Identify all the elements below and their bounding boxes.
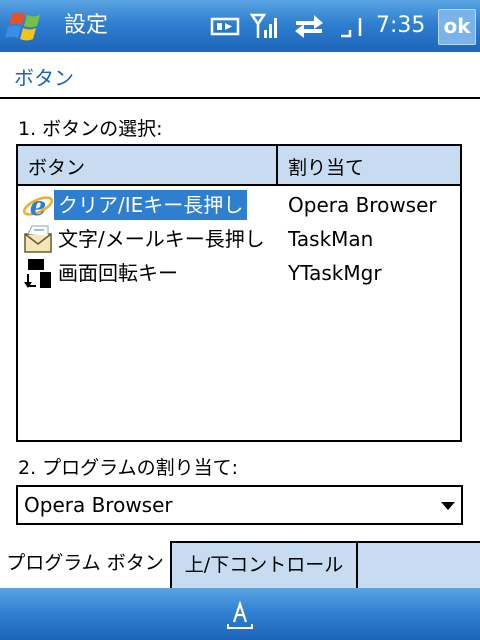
svg-text:e: e: [30, 192, 47, 222]
dropdown-value: Opera Browser: [24, 493, 173, 517]
page-title: ボタン: [14, 66, 74, 90]
data-sync-arrows-icon[interactable]: [292, 12, 326, 40]
tab-up-down-control[interactable]: 上/下コントロール: [172, 543, 358, 590]
windows-flag-icon: [5, 12, 40, 41]
signal-strength-icon[interactable]: [250, 12, 282, 40]
bottom-menu-bar: [0, 588, 480, 640]
list-item[interactable]: e クリア/IEキー長押し Opera Browser: [18, 188, 460, 222]
button-list[interactable]: ボタン 割り当て e クリア/IEキー長押し Opera Browser 文字/…: [16, 144, 462, 442]
list-item-name: 文字/メールキー長押し: [58, 227, 265, 251]
mail-envelope-icon: [24, 225, 52, 253]
volume-level-icon[interactable]: [338, 12, 368, 40]
window-title: 設定: [64, 13, 109, 38]
column-header-button[interactable]: ボタン: [18, 146, 278, 184]
column-header-assignment[interactable]: 割り当て: [278, 146, 460, 184]
tab-program-buttons[interactable]: プログラム ボタン: [0, 541, 172, 590]
list-item-name: クリア/IEキー長押し: [54, 190, 248, 220]
tab-strip: プログラム ボタン 上/下コントロール: [0, 541, 480, 590]
list-item-name: 画面回転キー: [58, 261, 178, 285]
header-divider: [0, 97, 480, 99]
internet-explorer-icon: e: [22, 192, 54, 222]
button-select-label: 1. ボタンの選択:: [18, 118, 163, 140]
keyboard-input-icon[interactable]: [222, 596, 258, 632]
connectivity-icon[interactable]: [210, 12, 242, 40]
list-item-assignment: Opera Browser: [288, 193, 437, 217]
program-dropdown[interactable]: Opera Browser: [16, 485, 463, 525]
list-item[interactable]: 画面回転キー YTaskMgr: [18, 256, 460, 290]
clock[interactable]: 7:35: [376, 12, 425, 40]
list-item[interactable]: 文字/メールキー長押し TaskMan: [18, 222, 460, 256]
list-header: ボタン 割り当て: [18, 146, 460, 186]
screen-rotate-icon: [24, 259, 51, 288]
list-item-assignment: TaskMan: [288, 227, 374, 251]
program-assign-label: 2. プログラムの割り当て:: [18, 457, 238, 479]
title-bar: 設定 7:35 ok: [0, 0, 480, 52]
ok-button[interactable]: ok: [438, 9, 476, 45]
list-item-assignment: YTaskMgr: [288, 261, 382, 285]
chevron-down-icon: [441, 502, 455, 510]
start-menu-button[interactable]: [4, 6, 56, 46]
